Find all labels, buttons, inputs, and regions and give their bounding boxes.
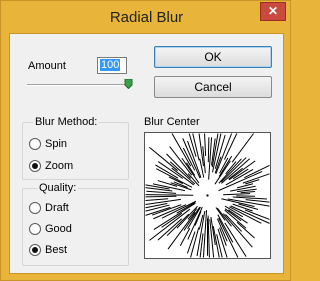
radio-draft[interactable]: Draft bbox=[29, 201, 69, 215]
window-title: Radial Blur bbox=[109, 9, 184, 26]
blur-method-group: Blur Method: Spin Zoom bbox=[22, 116, 129, 180]
blur-center-preview[interactable] bbox=[144, 132, 271, 259]
amount-input[interactable]: 100 bbox=[97, 57, 127, 74]
amount-value: 100 bbox=[100, 59, 121, 71]
quality-legend: Quality: bbox=[37, 182, 79, 194]
radio-good-label: Good bbox=[45, 223, 72, 235]
radio-best[interactable]: Best bbox=[29, 243, 67, 257]
dialog-body: Amount 100 OK Cancel Blur Method: Spin Z… bbox=[9, 33, 284, 274]
close-button[interactable]: ✕ bbox=[260, 2, 286, 21]
radio-zoom[interactable]: Zoom bbox=[29, 159, 73, 173]
radio-draft-indicator bbox=[29, 202, 41, 214]
radio-draft-label: Draft bbox=[45, 202, 69, 214]
ok-button[interactable]: OK bbox=[154, 46, 272, 68]
radio-best-label: Best bbox=[45, 244, 68, 256]
radio-spin-indicator bbox=[29, 138, 41, 150]
radio-zoom-label: Zoom bbox=[45, 160, 74, 172]
radio-good[interactable]: Good bbox=[29, 222, 72, 236]
radio-spin[interactable]: Spin bbox=[29, 137, 67, 151]
zoom-lines-graphic bbox=[145, 133, 270, 258]
quality-group: Quality: Draft Good Best bbox=[22, 182, 129, 266]
radio-spin-label: Spin bbox=[45, 138, 68, 150]
amount-slider-thumb[interactable] bbox=[124, 79, 133, 89]
amount-slider-track[interactable] bbox=[27, 84, 131, 86]
blur-method-legend: Blur Method: bbox=[33, 116, 100, 128]
radial-blur-dialog: Radial Blur ✕ Amount 100 OK Cancel Blur … bbox=[0, 0, 291, 281]
blur-center-label: Blur Center bbox=[144, 116, 200, 128]
radio-good-indicator bbox=[29, 223, 41, 235]
amount-label: Amount bbox=[28, 60, 66, 72]
title-bar[interactable]: Radial Blur ✕ bbox=[1, 1, 292, 33]
radio-zoom-indicator bbox=[29, 160, 41, 172]
cancel-button[interactable]: Cancel bbox=[154, 76, 272, 98]
radio-best-indicator bbox=[29, 244, 41, 256]
close-icon: ✕ bbox=[267, 4, 279, 18]
